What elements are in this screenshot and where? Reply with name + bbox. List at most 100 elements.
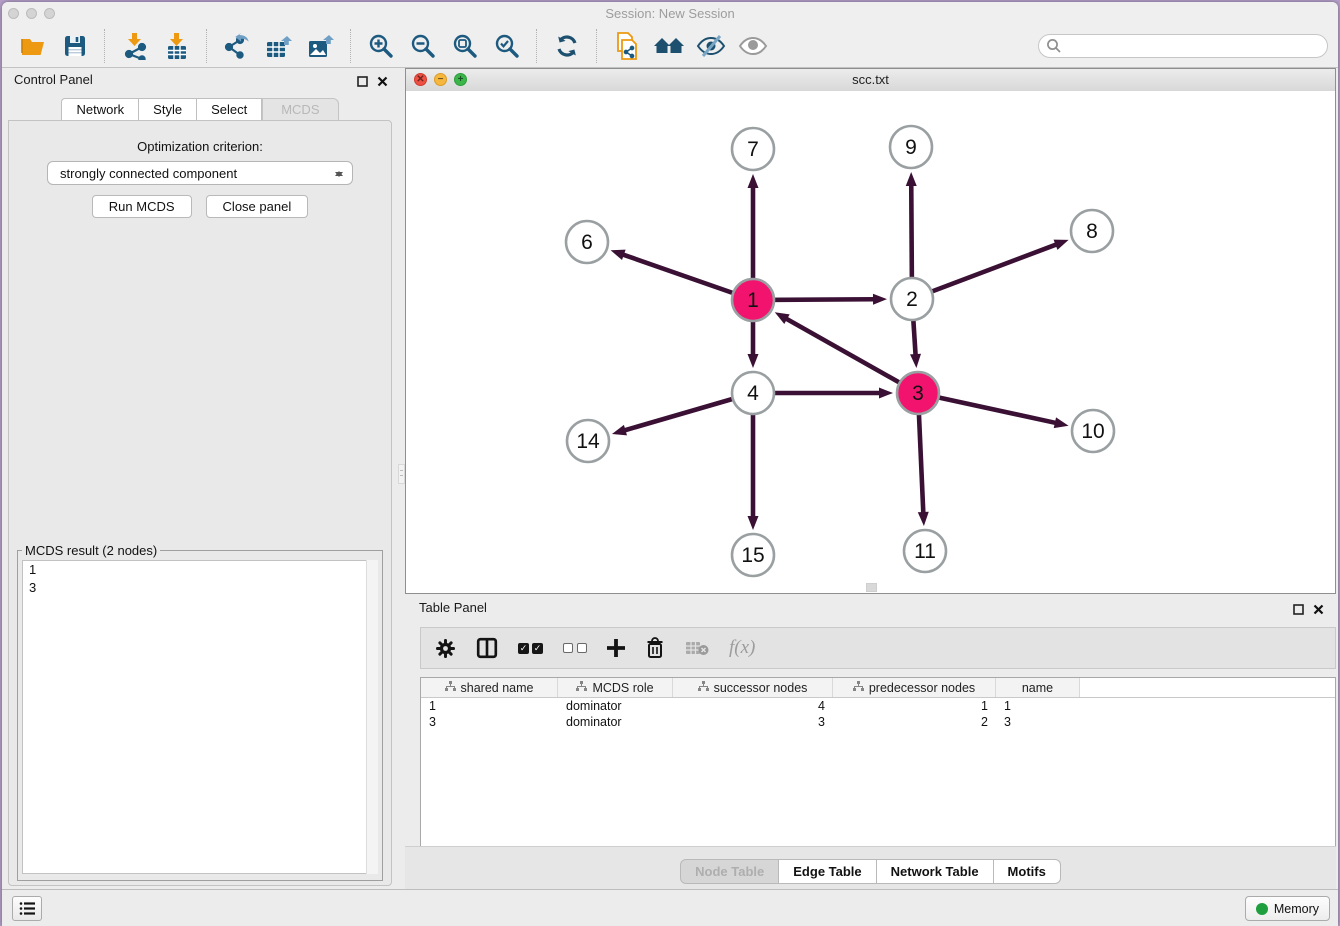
graph-node-label: 1: [747, 289, 759, 312]
save-session-button[interactable]: [58, 29, 92, 63]
close-panel-icon[interactable]: [377, 74, 388, 92]
network-canvas[interactable]: 7 9 6 8 1 2 4 3 14 10 15 11: [406, 91, 1335, 593]
function-builder-button[interactable]: f(x): [729, 637, 755, 659]
tab-node-table[interactable]: Node Table: [680, 859, 779, 884]
column-header-shared-name[interactable]: shared name: [421, 678, 558, 697]
export-image-button[interactable]: [304, 29, 338, 63]
graph-node-label: 8: [1086, 220, 1098, 243]
graph-edge-2-8[interactable]: [912, 244, 1056, 299]
edge-arrowhead-icon: [918, 512, 929, 526]
duplicate-network-button[interactable]: [610, 29, 644, 63]
edge-arrowhead-icon: [612, 425, 627, 436]
zoom-fit-button[interactable]: [448, 29, 482, 63]
home-neighbors-button[interactable]: [652, 29, 686, 63]
column-header-predecessor-nodes[interactable]: predecessor nodes: [833, 678, 996, 697]
delete-column-button[interactable]: [645, 637, 665, 659]
table-cell[interactable]: 1: [996, 698, 1080, 714]
memory-button[interactable]: Memory: [1245, 896, 1330, 921]
tab-network-table[interactable]: Network Table: [877, 859, 994, 884]
result-scrollbar[interactable]: [366, 560, 378, 874]
show-column-button[interactable]: [476, 637, 498, 659]
column-header-name[interactable]: name: [996, 678, 1080, 697]
tab-mcds[interactable]: MCDS: [262, 98, 338, 121]
close-table-panel-icon[interactable]: [1313, 602, 1324, 620]
deselect-all-button[interactable]: [563, 643, 587, 653]
table-cell[interactable]: 1: [833, 698, 996, 714]
select-all-button[interactable]: ✓✓: [518, 643, 543, 654]
table-cell[interactable]: dominator: [558, 714, 673, 730]
table-settings-button[interactable]: [435, 638, 456, 659]
table-cell[interactable]: 3: [673, 714, 833, 730]
graph-node-14[interactable]: 14: [567, 420, 609, 462]
edge-arrowhead-icon: [1054, 417, 1069, 428]
graph-edge-3-1[interactable]: [786, 319, 918, 393]
graph-node-6[interactable]: 6: [566, 221, 608, 263]
tab-edge-table[interactable]: Edge Table: [779, 859, 876, 884]
table-cell[interactable]: 4: [673, 698, 833, 714]
zoom-out-button[interactable]: [406, 29, 440, 63]
graph-node-7[interactable]: 7: [732, 128, 774, 170]
open-session-button[interactable]: [16, 29, 50, 63]
import-network-button[interactable]: [118, 29, 152, 63]
task-history-button[interactable]: [12, 896, 42, 921]
tab-network[interactable]: Network: [61, 98, 138, 121]
network-window-titlebar[interactable]: ✕ − + scc.txt: [406, 69, 1335, 92]
mcds-result-list[interactable]: 13: [22, 560, 378, 874]
delete-table-button[interactable]: [685, 640, 709, 656]
table-cell[interactable]: 3: [421, 714, 558, 730]
column-sort-icon: [445, 681, 456, 695]
export-table-button[interactable]: [262, 29, 296, 63]
float-panel-icon[interactable]: [357, 74, 368, 92]
column-label: name: [1022, 681, 1053, 695]
table-cell[interactable]: dominator: [558, 698, 673, 714]
graph-node-10[interactable]: 10: [1072, 410, 1114, 452]
table-cell[interactable]: 3: [996, 714, 1080, 730]
add-column-button[interactable]: [607, 639, 625, 657]
graph-node-9[interactable]: 9: [890, 126, 932, 168]
plus-icon: [607, 639, 625, 657]
import-table-button[interactable]: [160, 29, 194, 63]
hide-eye-button[interactable]: [694, 29, 728, 63]
tab-motifs[interactable]: Motifs: [994, 859, 1061, 884]
graph-node-2[interactable]: 2: [891, 278, 933, 320]
graph-node-11[interactable]: 11: [904, 530, 946, 572]
float-table-panel-icon[interactable]: [1293, 602, 1304, 620]
unchecked-box-icon: [563, 643, 573, 653]
refresh-view-button[interactable]: [550, 29, 584, 63]
column-header-MCDS-role[interactable]: MCDS role: [558, 678, 673, 697]
table-tabs: Node TableEdge TableNetwork TableMotifs: [405, 859, 1336, 884]
zoom-selected-button[interactable]: [490, 29, 524, 63]
table-cell[interactable]: 1: [421, 698, 558, 714]
control-panel-title: Control Panel: [14, 72, 93, 87]
graph-node-15[interactable]: 15: [732, 534, 774, 576]
column-sort-icon: [698, 681, 709, 695]
criterion-select[interactable]: strongly connected component: [47, 161, 353, 185]
graph-node-label: 15: [741, 544, 764, 567]
zoom-in-button[interactable]: [364, 29, 398, 63]
column-header-successor-nodes[interactable]: successor nodes: [673, 678, 833, 697]
graph-node-label: 3: [912, 382, 924, 405]
canvas-scroll-thumb[interactable]: [866, 583, 877, 592]
tab-select[interactable]: Select: [196, 98, 262, 121]
search-field-wrap: [1038, 34, 1328, 58]
graph-node-1[interactable]: 1: [732, 279, 774, 321]
panel-splitter-handle[interactable]: [398, 464, 405, 484]
run-mcds-button[interactable]: Run MCDS: [92, 195, 192, 218]
graph-node-4[interactable]: 4: [732, 372, 774, 414]
edge-arrowhead-icon: [611, 250, 626, 260]
graph-node-3[interactable]: 3: [897, 372, 939, 414]
export-network-button[interactable]: [220, 29, 254, 63]
export-table-icon: [265, 33, 293, 59]
eye-slash-icon: [696, 34, 726, 58]
checked-box-icon: ✓: [532, 643, 543, 654]
table-cell[interactable]: 2: [833, 714, 996, 730]
tab-style[interactable]: Style: [138, 98, 196, 121]
mcds-result-line: 3: [23, 579, 377, 597]
search-input[interactable]: [1038, 34, 1328, 58]
show-eye-button[interactable]: [736, 29, 770, 63]
table-row[interactable]: 1dominator411: [421, 698, 1335, 714]
table-row[interactable]: 3dominator323: [421, 714, 1335, 730]
graph-node-8[interactable]: 8: [1071, 210, 1113, 252]
edge-arrowhead-icon: [1054, 240, 1069, 250]
close-panel-button[interactable]: Close panel: [206, 195, 309, 218]
